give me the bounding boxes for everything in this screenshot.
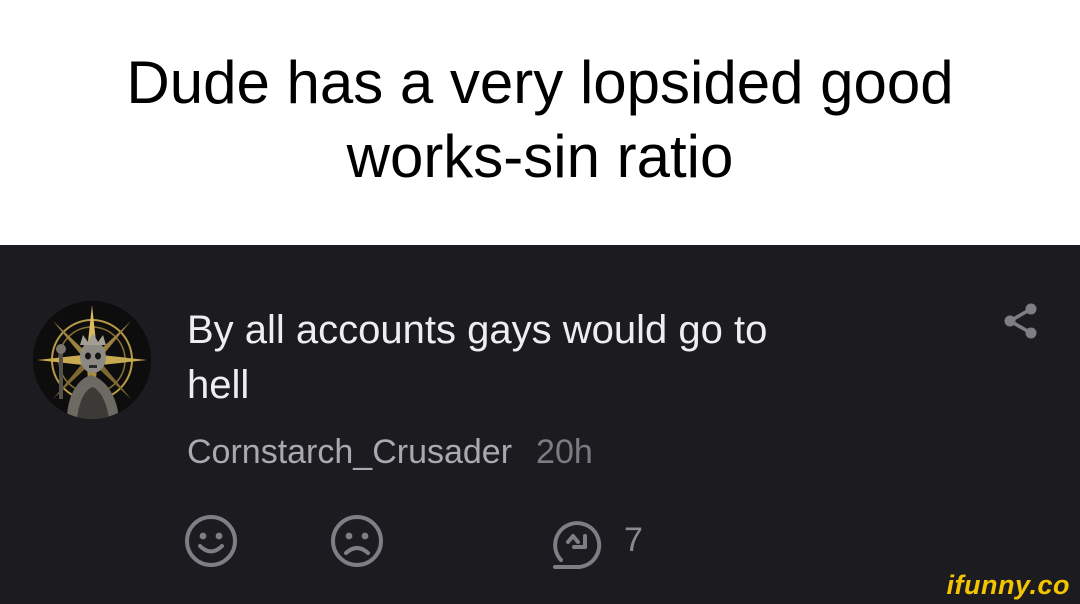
reply-count: 7 [624, 521, 643, 559]
dislike-button[interactable] [328, 512, 386, 575]
caption-area: Dude has a very lopsided good works-sin … [0, 0, 1080, 245]
comment-text: By all accounts gays would go to hell [187, 303, 947, 413]
share-button[interactable] [1000, 301, 1040, 341]
caption-line-2: works-sin ratio [346, 123, 734, 190]
timestamp: 20h [536, 433, 593, 471]
caption-line-1: Dude has a very lopsided good [126, 49, 954, 116]
comment-panel: By all accounts gays would go to hell Co… [0, 245, 1080, 604]
like-button[interactable] [182, 512, 240, 575]
reply-button[interactable] [547, 511, 611, 580]
comment-text-line-2: hell [187, 363, 250, 407]
caption-text: Dude has a very lopsided good works-sin … [40, 46, 1040, 194]
avatar[interactable] [33, 301, 151, 419]
frown-icon [331, 515, 383, 567]
compass-knight-avatar-icon [33, 301, 151, 419]
comment-meta: Cornstarch_Crusader 20h [187, 433, 593, 472]
comment-text-line-1: By all accounts gays would go to [187, 308, 768, 352]
username-link[interactable]: Cornstarch_Crusader [187, 433, 512, 471]
share-icon [1004, 303, 1037, 339]
reply-icon [553, 521, 602, 569]
ifunny-watermark: ifunny.co [946, 570, 1070, 600]
smile-icon [185, 515, 237, 567]
